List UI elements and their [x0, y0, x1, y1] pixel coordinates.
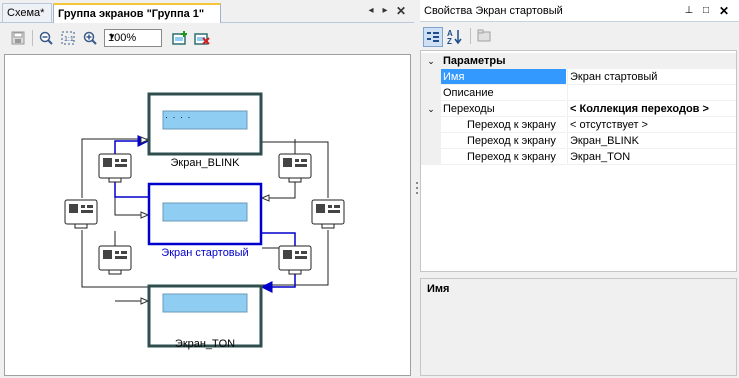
transition-device-icon[interactable]: [278, 245, 312, 275]
svg-text:1:1: 1:1: [64, 36, 74, 43]
description-title: Имя: [427, 283, 450, 295]
transitions-diagram: [64, 92, 345, 348]
pin-icon[interactable]: ⊥: [682, 4, 696, 18]
tab-screen-group[interactable]: Группа экранов "Группа 1": [53, 3, 221, 23]
save-icon[interactable]: [8, 28, 28, 48]
add-screen-icon[interactable]: [170, 28, 190, 48]
scroll-right-icon[interactable]: ▸: [378, 4, 392, 18]
screen-node-blink[interactable]: [147, 92, 263, 156]
property-row-transitions[interactable]: ⌄ Переходы < Коллекция переходов >: [421, 101, 736, 117]
transition-device-icon[interactable]: [311, 199, 345, 229]
screen-node-start[interactable]: [147, 182, 263, 246]
close-icon[interactable]: ✕: [394, 4, 408, 18]
screen-blink-label: Экран_BLINK: [170, 157, 240, 169]
diagram-toolbar: 1:1 100% ▼: [4, 28, 404, 50]
tab-bar: Схема* Группа экранов "Группа 1" ◂ ▸ ✕: [0, 0, 414, 23]
property-row-transition[interactable]: Переход к экрану < отсутствует >: [421, 117, 736, 133]
transition-device-icon[interactable]: [278, 153, 312, 183]
property-row-name[interactable]: Имя Экран стартовый: [421, 69, 736, 85]
toolbar-divider: [470, 28, 471, 44]
tab-schema[interactable]: Схема*: [2, 3, 52, 22]
property-grid: ⌄ Параметры Имя Экран стартовый Описание…: [420, 50, 737, 272]
chevron-down-icon[interactable]: ⌄: [421, 101, 441, 117]
scroll-left-icon[interactable]: ◂: [364, 4, 378, 18]
delete-screen-icon[interactable]: [192, 28, 212, 48]
transition-device-icon[interactable]: [98, 245, 132, 275]
zoom-select[interactable]: 100% ▼: [104, 29, 162, 47]
properties-panel: Свойства Экран стартовый ⊥ □ ✕ AZ ⌄ Пара…: [420, 0, 739, 378]
chevron-down-icon: ▼: [108, 32, 116, 41]
sort-alphabetical-icon[interactable]: AZ: [445, 27, 465, 47]
transition-device-icon[interactable]: [98, 153, 132, 183]
zoom-out-icon[interactable]: [36, 28, 56, 48]
property-row-transition[interactable]: Переход к экрану Экран_BLINK: [421, 133, 736, 149]
chevron-down-icon[interactable]: ⌄: [421, 53, 441, 69]
categorized-view-icon[interactable]: [423, 27, 443, 47]
close-icon[interactable]: ✕: [717, 4, 731, 18]
properties-toolbar: AZ: [420, 25, 739, 49]
toolbar-divider: [32, 30, 33, 46]
category-row[interactable]: ⌄ Параметры: [421, 53, 736, 69]
zoom-in-icon[interactable]: [80, 28, 100, 48]
screen-node-ton[interactable]: [147, 284, 263, 348]
screen-ton-label: Экран_TON: [174, 338, 236, 350]
svg-text:Z: Z: [447, 37, 452, 45]
property-description-panel: Имя: [420, 278, 737, 376]
diagram-canvas[interactable]: · · · · Экран_BLINK Экран стартовый Экра…: [4, 54, 411, 376]
screen-start-label: Экран стартовый: [161, 247, 249, 259]
property-pages-icon[interactable]: [475, 27, 495, 47]
screen-blink-dots: · · · ·: [165, 112, 192, 122]
transition-device-icon[interactable]: [64, 199, 98, 229]
property-row-description[interactable]: Описание: [421, 85, 736, 101]
zoom-actual-size-icon[interactable]: 1:1: [58, 28, 78, 48]
property-row-transition[interactable]: Переход к экрану Экран_TON: [421, 149, 736, 165]
screen-group-editor: Схема* Группа экранов "Группа 1" ◂ ▸ ✕ 1…: [0, 0, 414, 378]
maximize-icon[interactable]: □: [699, 4, 713, 18]
